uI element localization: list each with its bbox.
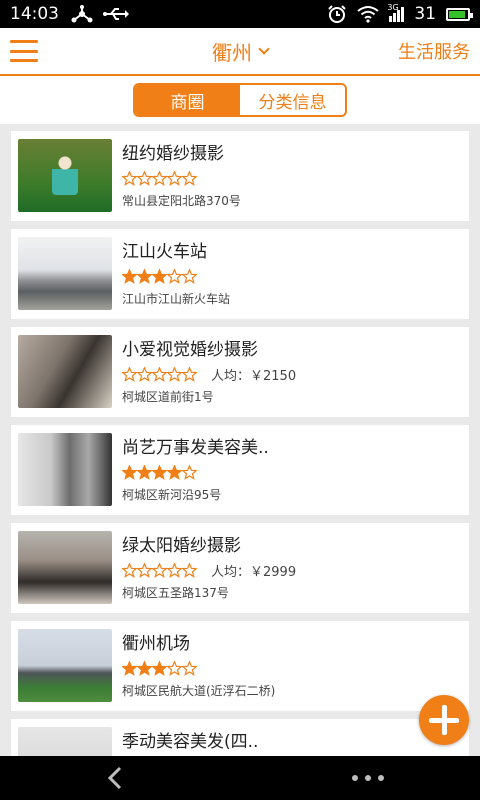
- add-button[interactable]: [419, 695, 469, 745]
- merchant-address: 柯城区民航大道(近浮石二桥): [122, 684, 276, 698]
- city-label: 衢州: [212, 40, 252, 65]
- rating-stars: [122, 366, 197, 382]
- rating-stars: [122, 562, 197, 578]
- tabs-bar: 商圈 分类信息: [0, 76, 480, 124]
- header: 衢州 生活服务: [0, 28, 480, 76]
- life-service-link[interactable]: 生活服务: [398, 38, 470, 64]
- star-empty-icon: [167, 562, 182, 578]
- list-item[interactable]: 小爱视觉婚纱摄影 人均：￥2150 柯城区道前街1号: [11, 327, 469, 417]
- back-icon[interactable]: [104, 766, 126, 790]
- star-empty-icon: [167, 660, 182, 676]
- star-empty-icon: [167, 170, 182, 186]
- list-item[interactable]: 季动美容美发(四..: [11, 719, 469, 756]
- system-nav-bar: [0, 756, 480, 800]
- star-filled-icon: [122, 464, 137, 480]
- star-empty-icon: [182, 660, 197, 676]
- share-icon: [71, 5, 93, 23]
- star-filled-icon: [137, 660, 152, 676]
- merchant-name: 季动美容美发(四..: [122, 732, 259, 752]
- star-empty-icon: [122, 562, 137, 578]
- alarm-icon: [328, 5, 347, 23]
- list-item[interactable]: 尚艺万事发美容美.. 柯城区新河沿95号: [11, 425, 469, 515]
- rating-stars: [122, 464, 197, 480]
- merchant-thumbnail: [18, 433, 112, 506]
- star-empty-icon: [122, 366, 137, 382]
- more-icon[interactable]: [352, 770, 384, 786]
- star-filled-icon: [152, 464, 167, 480]
- rating-stars: [122, 268, 197, 284]
- merchant-address: 柯城区新河沿95号: [122, 488, 222, 502]
- star-empty-icon: [167, 268, 182, 284]
- rating-stars: [122, 170, 197, 186]
- tab-shangquan[interactable]: 商圈: [135, 85, 240, 115]
- battery-percent: 31: [414, 4, 436, 24]
- segmented-control: 商圈 分类信息: [133, 83, 347, 117]
- battery-icon: [446, 7, 473, 21]
- star-empty-icon: [182, 562, 197, 578]
- avg-price: 人均：￥2150: [211, 368, 297, 384]
- merchant-address: 江山市江山新火车站: [122, 292, 231, 306]
- wifi-icon: [357, 6, 379, 23]
- merchant-thumbnail: [18, 629, 112, 702]
- star-filled-icon: [152, 268, 167, 284]
- list-item[interactable]: 绿太阳婚纱摄影 人均：￥2999 柯城区五圣路137号: [11, 523, 469, 613]
- star-empty-icon: [167, 366, 182, 382]
- merchant-name: 江山火车站: [122, 242, 207, 262]
- star-empty-icon: [152, 562, 167, 578]
- merchant-name: 衢州机场: [122, 634, 190, 654]
- city-selector[interactable]: 衢州: [212, 37, 270, 66]
- merchant-thumbnail: [18, 727, 112, 756]
- merchant-name: 纽约婚纱摄影: [122, 144, 224, 164]
- signal-icon: 3G: [387, 3, 405, 22]
- star-filled-icon: [122, 268, 137, 284]
- star-empty-icon: [152, 366, 167, 382]
- merchant-name: 绿太阳婚纱摄影: [122, 536, 241, 556]
- menu-icon[interactable]: [10, 40, 38, 62]
- merchant-address: 柯城区五圣路137号: [122, 586, 229, 600]
- rating-stars: [122, 660, 197, 676]
- merchant-name: 尚艺万事发美容美..: [122, 438, 269, 458]
- star-empty-icon: [137, 562, 152, 578]
- list-item[interactable]: 衢州机场 柯城区民航大道(近浮石二桥): [11, 621, 469, 711]
- status-time: 14:03: [10, 4, 59, 24]
- star-empty-icon: [182, 366, 197, 382]
- star-empty-icon: [182, 268, 197, 284]
- star-empty-icon: [182, 170, 197, 186]
- merchant-name: 小爱视觉婚纱摄影: [122, 340, 258, 360]
- star-filled-icon: [137, 268, 152, 284]
- avg-price: 人均：￥2999: [211, 564, 297, 580]
- star-filled-icon: [137, 464, 152, 480]
- merchant-list: 纽约婚纱摄影 常山县定阳北路370号 江山火车站 江山市江山新火车站 小爱视觉婚…: [0, 124, 480, 756]
- star-empty-icon: [182, 464, 197, 480]
- usb-icon: [103, 8, 129, 20]
- star-filled-icon: [122, 660, 137, 676]
- merchant-thumbnail: [18, 531, 112, 604]
- list-item[interactable]: 纽约婚纱摄影 常山县定阳北路370号: [11, 131, 469, 221]
- tab-fenlei[interactable]: 分类信息: [240, 85, 345, 115]
- chevron-down-icon: [258, 43, 270, 55]
- list-item[interactable]: 江山火车站 江山市江山新火车站: [11, 229, 469, 319]
- star-empty-icon: [137, 170, 152, 186]
- merchant-thumbnail: [18, 237, 112, 310]
- star-empty-icon: [122, 170, 137, 186]
- status-bar: 14:03 3G 31: [0, 0, 480, 28]
- merchant-address: 常山县定阳北路370号: [122, 194, 241, 208]
- star-filled-icon: [167, 464, 182, 480]
- merchant-thumbnail: [18, 139, 112, 212]
- star-empty-icon: [152, 170, 167, 186]
- star-empty-icon: [137, 366, 152, 382]
- merchant-thumbnail: [18, 335, 112, 408]
- star-filled-icon: [152, 660, 167, 676]
- merchant-address: 柯城区道前街1号: [122, 390, 214, 404]
